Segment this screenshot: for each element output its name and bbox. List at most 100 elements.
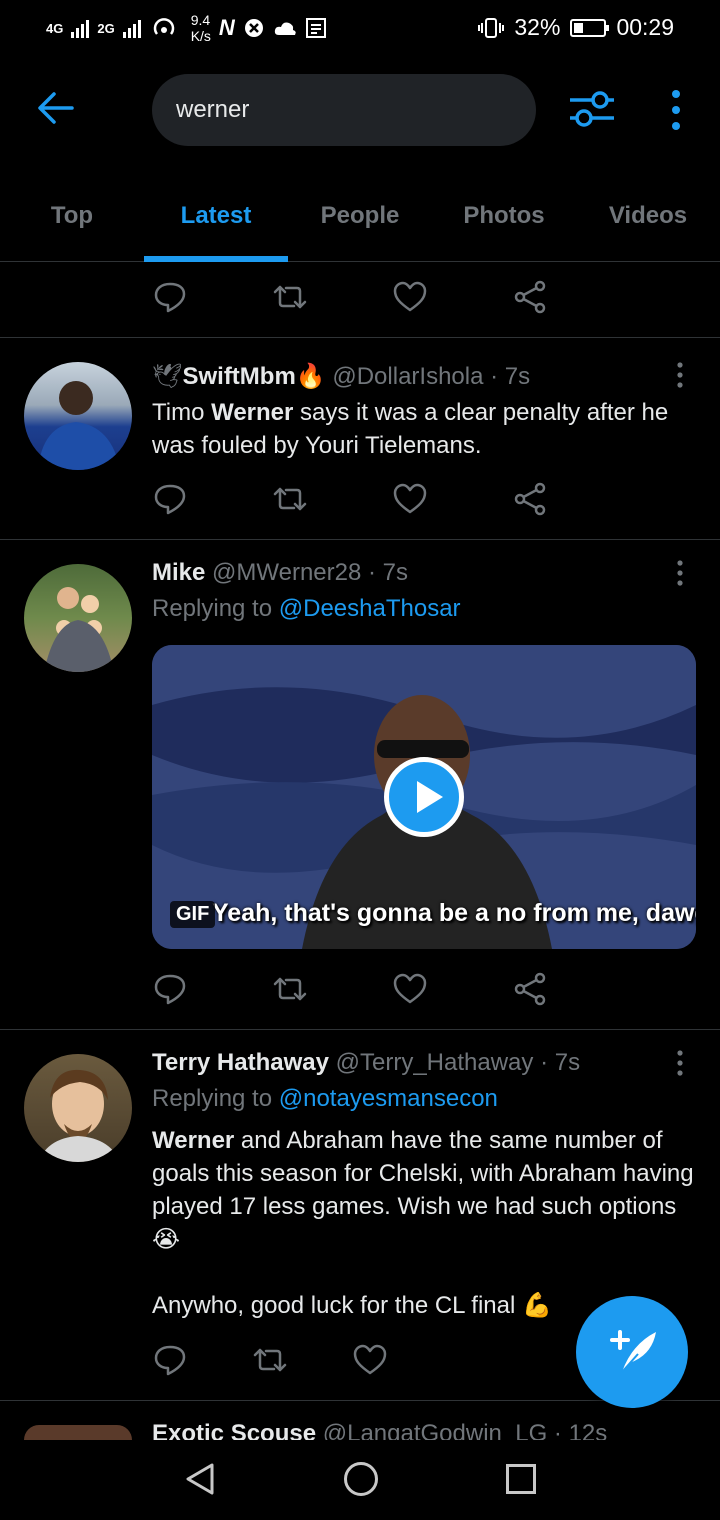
tweet-header: Mike @MWerner28 · 7s [152, 559, 408, 587]
network-speed-unit: K/s [190, 28, 211, 44]
share-icon [514, 482, 546, 516]
like-button[interactable] [352, 1340, 452, 1380]
system-nav-bar [0, 1440, 720, 1520]
handle[interactable]: @DollarIshola [332, 363, 483, 390]
compose-tweet-button[interactable] [576, 1296, 688, 1408]
avatar[interactable] [24, 362, 132, 470]
network-speed: 9.4 [190, 12, 211, 28]
status-right: 32% 00:29 [478, 14, 674, 41]
like-button[interactable] [392, 969, 512, 1009]
reply-icon [154, 1345, 186, 1376]
handle[interactable]: @LangatGodwin_LG [323, 1420, 548, 1440]
battery-icon [570, 18, 610, 37]
avatar[interactable] [24, 1425, 132, 1440]
avatar-image [44, 587, 114, 672]
like-button[interactable] [392, 277, 512, 317]
reply-button[interactable] [152, 969, 272, 1009]
handle[interactable]: @MWerner28 [212, 559, 361, 586]
retweet-icon [273, 285, 307, 309]
network-4g-label: 4G [46, 20, 64, 36]
timestamp: · 7s [540, 1049, 581, 1076]
tweet-header: Terry Hathaway @Terry_Hathaway · 7s [152, 1049, 580, 1077]
share-button[interactable] [512, 479, 632, 519]
battery-percent: 32% [514, 14, 561, 40]
avatar[interactable] [24, 564, 132, 672]
share-button[interactable] [512, 277, 632, 317]
gif-badge: GIF [170, 901, 216, 928]
heart-icon [393, 973, 427, 1004]
timestamp: · 7s [368, 559, 409, 586]
replying-to: Replying to @notayesmansecon [152, 1085, 498, 1112]
heart-icon [353, 1344, 387, 1375]
reply-icon [154, 484, 186, 515]
network-2g-label: 2G [97, 20, 115, 36]
tweet-actions-1 [152, 479, 632, 519]
retweet-button[interactable] [272, 277, 392, 317]
retweet-icon [253, 1348, 287, 1372]
retweet-button[interactable] [252, 1340, 352, 1380]
reply-icon [154, 282, 186, 313]
display-name[interactable]: Exotic Scouse [152, 1420, 316, 1440]
like-button[interactable] [392, 479, 512, 519]
reply-button[interactable] [152, 479, 272, 519]
replying-to: Replying to @DeeshaThosar [152, 595, 461, 622]
reply-button[interactable] [152, 277, 272, 317]
handle[interactable]: @Terry_Hathaway [336, 1049, 534, 1076]
mention-link[interactable]: @notayesmansecon [279, 1085, 498, 1112]
hotspot-icon [153, 18, 174, 35]
retweet-icon [273, 487, 307, 511]
heart-icon [393, 281, 427, 312]
timestamp: · 12s [553, 1420, 608, 1440]
tab-photos[interactable]: Photos [432, 186, 576, 261]
heart-icon [393, 483, 427, 514]
retweet-button[interactable] [272, 479, 392, 519]
tab-top[interactable]: Top [0, 186, 144, 261]
reply-button[interactable] [152, 1340, 252, 1380]
search-box[interactable] [152, 74, 536, 146]
tab-latest[interactable]: Latest [144, 186, 288, 262]
tweet-text: Werner and Abraham have the same number … [152, 1127, 694, 1253]
avatar-image [38, 381, 120, 470]
block-icon [244, 19, 263, 37]
clock: 00:29 [616, 14, 674, 40]
back-arrow-icon[interactable] [36, 88, 76, 128]
gif-caption: Yeah, that's gonna be a no from me, dawg [212, 899, 696, 927]
news-icon [305, 18, 326, 38]
tweet-menu-icon[interactable] [672, 1048, 688, 1078]
tweet-text: Timo Werner says it was a clear penalty … [152, 399, 669, 459]
divider [0, 539, 720, 540]
nav-back-icon[interactable] [184, 1462, 216, 1496]
nfc-icon: N [218, 15, 235, 40]
signal-icon [71, 18, 90, 38]
display-name[interactable]: Terry Hathaway [152, 1049, 329, 1076]
tweet-menu-icon[interactable] [672, 558, 688, 588]
filter-icon[interactable] [568, 88, 616, 130]
tweet-actions-2 [152, 969, 632, 1009]
nav-home-icon[interactable] [344, 1462, 378, 1496]
gif-media[interactable]: Yeah, that's gonna be a no from me, dawg… [152, 645, 696, 949]
retweet-icon [273, 977, 307, 1001]
search-header [0, 70, 720, 150]
tweet-menu-icon[interactable] [672, 360, 688, 390]
search-tabs: Top Latest People Photos Videos [0, 186, 720, 262]
cloud-icon [274, 22, 296, 35]
reply-icon [154, 974, 186, 1005]
status-left: 4G 2G 9.4 K/s N [46, 12, 327, 44]
tab-people[interactable]: People [288, 186, 432, 261]
timestamp: · 7s [490, 363, 531, 390]
tweet-actions-3 [152, 1340, 452, 1380]
compose-feather-icon [610, 1330, 656, 1373]
more-options-icon[interactable] [664, 88, 688, 132]
divider [0, 337, 720, 338]
avatar[interactable] [24, 1054, 132, 1162]
dove-icon: 🕊 [152, 363, 183, 390]
display-name[interactable]: SwiftMbm [182, 363, 295, 390]
share-button[interactable] [512, 969, 632, 1009]
nav-recents-icon[interactable] [506, 1464, 536, 1494]
search-input[interactable] [176, 92, 506, 128]
mention-link[interactable]: @DeeshaThosar [279, 595, 461, 622]
retweet-button[interactable] [272, 969, 392, 1009]
display-name[interactable]: Mike [152, 559, 205, 586]
tab-videos[interactable]: Videos [576, 186, 720, 261]
play-button[interactable] [384, 757, 464, 837]
